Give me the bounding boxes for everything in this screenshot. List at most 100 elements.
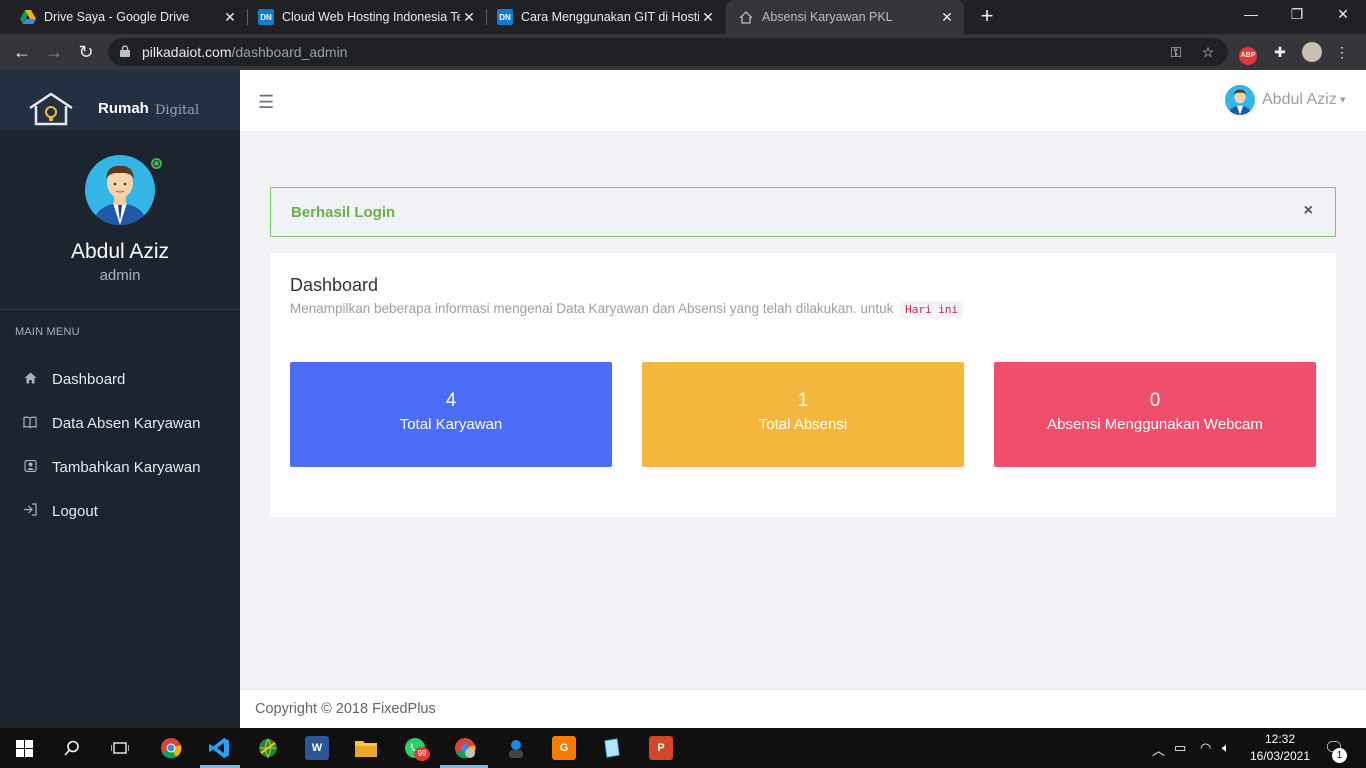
dn-icon: DN	[497, 9, 513, 25]
chevron-up-icon[interactable]: ︿	[1152, 740, 1165, 759]
alert-message: Berhasil Login	[291, 204, 396, 221]
user-menu-name[interactable]: Abdul Aziz	[1262, 91, 1337, 109]
sidebar-item-dashboard[interactable]: Dashboard	[0, 361, 240, 397]
stat-value: 0	[1149, 390, 1161, 411]
browser-tab-strip: Drive Saya - Google Drive ✕ DN Cloud Web…	[0, 0, 1366, 34]
tab-title: Cloud Web Hosting Indonesia Te	[282, 10, 460, 24]
stat-label: Total Karyawan	[399, 416, 503, 433]
brand-logo[interactable]: Rumah Digital	[0, 70, 240, 130]
extensions-icon[interactable]: ✚	[1270, 42, 1290, 62]
pdf-app-icon[interactable]: G	[552, 736, 576, 760]
sidebar: Rumah Digital Abdul Aziz admin MAIN MENU…	[0, 70, 240, 728]
footer: Copyright © 2018 FixedPlus	[240, 689, 1366, 728]
clock-date: 16/03/2021	[1249, 749, 1311, 763]
stat-label: Total Absensi	[758, 416, 848, 433]
sidebar-divider	[0, 309, 240, 310]
notepad-icon[interactable]	[600, 736, 624, 760]
hamburger-menu-icon[interactable]: ☰	[258, 92, 274, 113]
tab-git-hosting[interactable]: DN Cara Menggunakan GIT di Hostin ✕	[477, 0, 725, 34]
sidebar-item-tambahkan-karyawan[interactable]: Tambahkan Karyawan	[0, 449, 240, 485]
online-status-indicator	[151, 158, 162, 169]
tab-title: Absensi Karyawan PKL	[762, 10, 893, 24]
key-icon[interactable]: ⚿	[1166, 42, 1186, 62]
avatar	[85, 155, 155, 225]
main-content: Berhasil Login × Dashboard Menampilkan b…	[240, 131, 1366, 689]
home-icon	[22, 372, 38, 387]
google-drive-icon	[20, 9, 36, 25]
profile-name: Abdul Aziz	[70, 240, 170, 263]
wifi-icon[interactable]: ◠	[1200, 740, 1211, 756]
top-navbar: ☰ Abdul Aziz ▾	[240, 70, 1366, 131]
profile-role: admin	[99, 267, 141, 284]
close-window-icon[interactable]: ✕	[1320, 0, 1366, 30]
description-text: Menampilkan beberapa informasi mengenai …	[290, 301, 894, 316]
today-highlight: Hari ini	[900, 301, 964, 318]
sidebar-item-label: Tambahkan Karyawan	[52, 458, 201, 476]
tab-cloud-hosting[interactable]: DN Cloud Web Hosting Indonesia Te ✕	[238, 0, 486, 34]
reload-icon[interactable]: ↻	[74, 40, 98, 64]
url-text: pilkadaiot.com/dashboard_admin	[142, 44, 347, 60]
address-bar[interactable]: pilkadaiot.com/dashboard_admin ⚿ ☆	[108, 38, 1228, 66]
house-logo-icon	[29, 92, 73, 126]
user-app-icon[interactable]	[504, 736, 528, 760]
browser-toolbar: ← → ↻ pilkadaiot.com/dashboard_admin ⚿ ☆…	[0, 34, 1366, 70]
windows-start-icon[interactable]	[12, 736, 36, 760]
close-tab-icon[interactable]: ✕	[699, 9, 717, 26]
word-icon[interactable]: W	[305, 736, 329, 760]
stat-label: Absensi Menggunakan Webcam	[1047, 416, 1263, 433]
user-avatar[interactable]	[1225, 85, 1255, 115]
sidebar-item-logout[interactable]: Logout	[0, 493, 240, 529]
search-icon[interactable]	[60, 736, 84, 760]
menu-heading: MAIN MENU	[15, 326, 80, 338]
dashboard-description: Menampilkan beberapa informasi mengenai …	[290, 301, 964, 318]
chevron-down-icon[interactable]: ▾	[1340, 93, 1346, 106]
vscode-icon[interactable]	[207, 736, 231, 760]
copyright-text: Copyright © 2018 FixedPlus	[255, 701, 436, 717]
chrome-icon[interactable]	[159, 736, 183, 760]
file-explorer-icon[interactable]	[354, 736, 378, 760]
tab-title: Cara Menggunakan GIT di Hostin	[521, 10, 699, 24]
tab-title: Drive Saya - Google Drive	[44, 10, 190, 24]
task-view-icon[interactable]	[108, 736, 132, 760]
battery-icon[interactable]: ▭	[1174, 740, 1186, 756]
user-add-icon	[22, 459, 38, 475]
close-alert-button[interactable]: ×	[1304, 202, 1313, 220]
url-host: pilkadaiot.com	[142, 44, 232, 60]
adblock-icon[interactable]: ABP	[1238, 42, 1258, 65]
home-icon	[738, 9, 754, 25]
url-path: /dashboard_admin	[231, 44, 348, 60]
close-tab-icon[interactable]: ✕	[938, 9, 956, 26]
restore-icon[interactable]: ❐	[1274, 0, 1320, 30]
sidebar-item-label: Logout	[52, 502, 98, 520]
stat-absensi-webcam[interactable]: 0 Absensi Menggunakan Webcam	[994, 362, 1316, 467]
brand-name: Rumah	[98, 100, 149, 117]
stat-value: 4	[445, 390, 457, 411]
dn-icon: DN	[258, 9, 274, 25]
sidebar-item-data-absen-karyawan[interactable]: Data Absen Karyawan	[0, 405, 240, 441]
star-icon[interactable]: ☆	[1198, 42, 1218, 62]
forward-icon[interactable]: →	[42, 40, 66, 64]
success-alert: Berhasil Login ×	[270, 187, 1336, 237]
stat-value: 1	[797, 390, 809, 411]
tab-absensi-karyawan[interactable]: Absensi Karyawan PKL ✕	[726, 0, 964, 34]
book-icon	[22, 416, 38, 431]
minimize-icon[interactable]: —	[1228, 0, 1274, 30]
system-clock[interactable]: 12:32 16/03/2021	[1248, 731, 1312, 765]
tab-google-drive[interactable]: Drive Saya - Google Drive ✕	[0, 0, 247, 34]
volume-icon[interactable]: 🔈︎	[1222, 740, 1230, 756]
profile-avatar-icon[interactable]	[1300, 42, 1324, 62]
close-tab-icon[interactable]: ✕	[221, 9, 239, 26]
more-menu-icon[interactable]: ⋮	[1334, 42, 1350, 62]
chrome-profile-icon[interactable]	[453, 736, 477, 760]
new-tab-button[interactable]: +	[975, 5, 999, 29]
clock-time: 12:32	[1264, 732, 1296, 746]
lock-icon	[120, 45, 130, 57]
stat-total-karyawan[interactable]: 4 Total Karyawan	[290, 362, 612, 467]
network-globe-icon[interactable]	[256, 736, 280, 760]
sidebar-item-label: Dashboard	[52, 370, 126, 388]
powerpoint-icon[interactable]: P	[649, 736, 673, 760]
back-icon[interactable]: ←	[10, 40, 34, 64]
stat-total-absensi[interactable]: 1 Total Absensi	[642, 362, 964, 467]
notification-count: 1	[1332, 748, 1347, 763]
close-tab-icon[interactable]: ✕	[460, 9, 478, 26]
